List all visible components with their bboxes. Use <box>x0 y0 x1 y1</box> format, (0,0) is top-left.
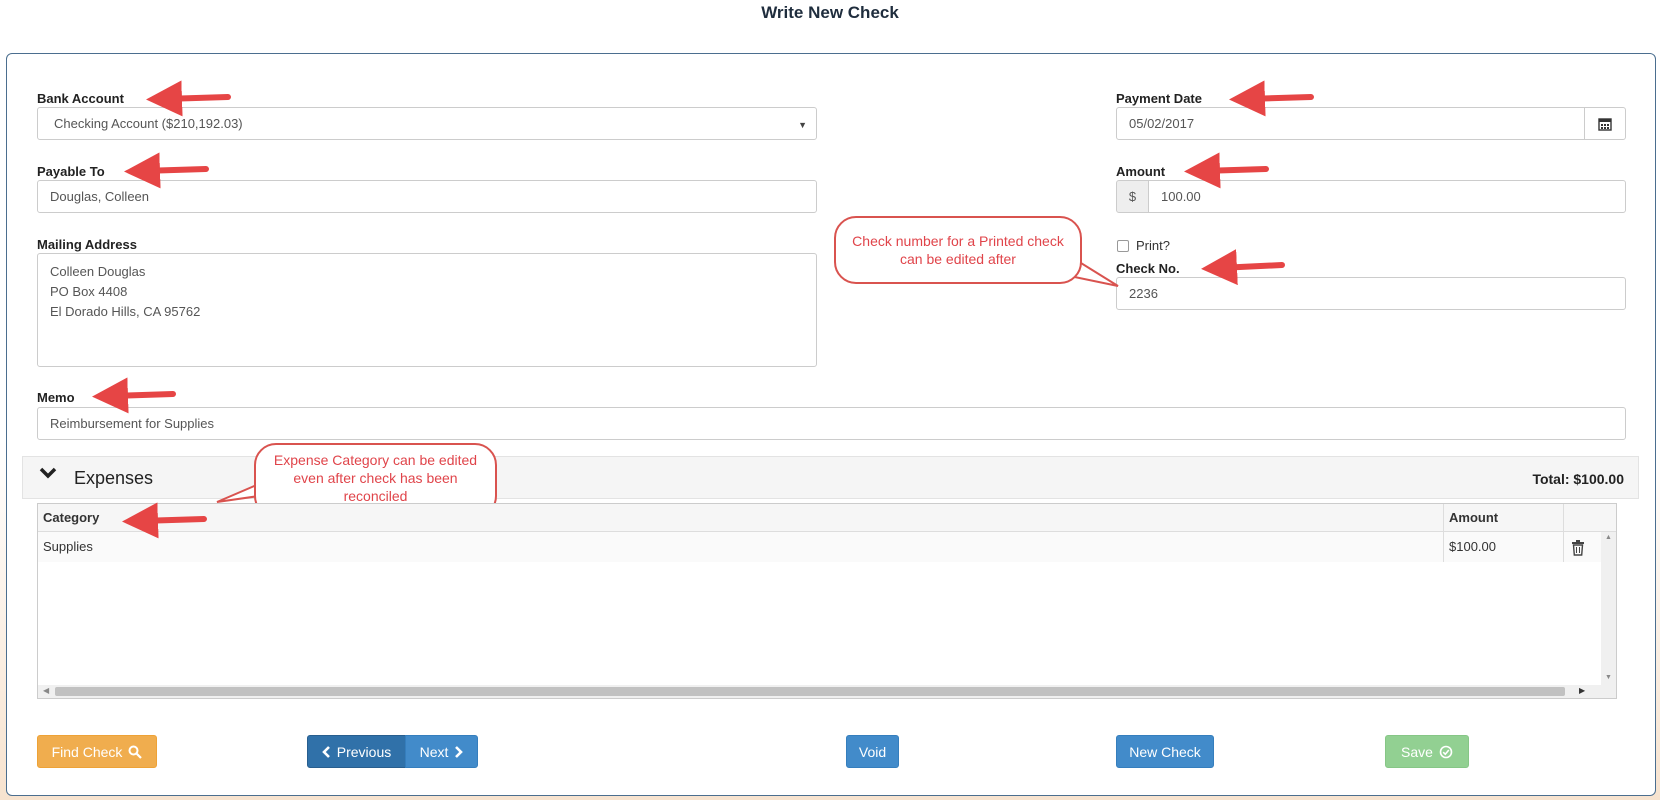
mailing-address-label: Mailing Address <box>37 237 137 252</box>
payment-date-label: Payment Date <box>1116 91 1202 106</box>
memo-label: Memo <box>37 390 75 405</box>
horizontal-scroll-thumb[interactable] <box>55 687 1565 696</box>
print-label: Print? <box>1136 238 1170 253</box>
next-label: Next <box>419 743 449 760</box>
table-row[interactable]: Supplies $100.00 <box>38 532 1601 562</box>
save-label: Save <box>1401 743 1433 760</box>
amount-label: Amount <box>1116 164 1166 179</box>
chevron-down-icon[interactable] <box>39 466 57 483</box>
amount-input[interactable]: 100.00 <box>1148 180 1626 213</box>
save-button[interactable]: Save <box>1385 735 1469 768</box>
next-button[interactable]: Next <box>405 735 478 768</box>
horizontal-scrollbar[interactable]: ◀ ▶ <box>38 685 1616 698</box>
chevron-right-icon <box>454 745 464 758</box>
address-line: El Dorado Hills, CA 95762 <box>50 304 201 319</box>
expenses-grid: Category Amount Supplies $100.00 ▲ ▼ ◀ ▶ <box>37 503 1617 699</box>
category-cell[interactable]: Supplies <box>38 532 1444 562</box>
check-no-label: Check No. <box>1116 261 1180 276</box>
memo-value: Reimbursement for Supplies <box>50 416 215 431</box>
expenses-title: Expenses <box>74 468 154 488</box>
calendar-icon[interactable] <box>1584 108 1625 139</box>
previous-button[interactable]: Previous <box>307 735 406 768</box>
vertical-scrollbar[interactable]: ▲ ▼ <box>1601 532 1616 685</box>
search-icon <box>128 745 143 759</box>
payment-date-input[interactable]: 05/02/2017 <box>1116 107 1626 140</box>
check-circle-icon <box>1439 745 1453 759</box>
address-line: Colleen Douglas <box>50 264 146 279</box>
payable-to-value: Douglas, Colleen <box>50 189 150 204</box>
find-check-label: Find Check <box>51 743 123 760</box>
grid-header: Category Amount <box>38 504 1616 532</box>
amount-cell[interactable]: $100.00 <box>1444 532 1564 562</box>
void-button[interactable]: Void <box>846 735 899 768</box>
find-check-button[interactable]: Find Check <box>37 735 157 768</box>
check-no-input[interactable]: 2236 <box>1116 277 1626 310</box>
expenses-total: Total: $100.00 <box>1532 471 1624 487</box>
bank-account-select[interactable]: Checking Account ($210,192.03) ▼ <box>37 107 817 140</box>
scroll-up-icon[interactable]: ▲ <box>1605 534 1612 541</box>
check-number-callout: Check number for a Printed check can be … <box>834 216 1082 284</box>
amount-value: 100.00 <box>1161 189 1201 204</box>
payable-to-label: Payable To <box>37 164 105 179</box>
scroll-right-icon[interactable]: ▶ <box>1579 686 1585 695</box>
column-header-category[interactable]: Category <box>38 504 1444 531</box>
page-title: Write New Check <box>761 3 899 22</box>
chevron-down-icon: ▼ <box>798 120 807 130</box>
bank-account-value: Checking Account ($210,192.03) <box>54 116 243 131</box>
scroll-left-icon[interactable]: ◀ <box>43 686 49 695</box>
new-check-button[interactable]: New Check <box>1116 735 1214 768</box>
payment-date-value: 05/02/2017 <box>1129 116 1195 131</box>
trash-icon[interactable] <box>1571 540 1585 559</box>
dollar-addon: $ <box>1116 180 1149 213</box>
bank-account-label: Bank Account <box>37 91 124 106</box>
payable-to-input[interactable]: Douglas, Colleen <box>37 180 817 213</box>
check-no-value: 2236 <box>1129 286 1158 301</box>
scroll-down-icon[interactable]: ▼ <box>1605 674 1612 681</box>
previous-label: Previous <box>336 743 392 760</box>
chevron-left-icon <box>321 745 331 758</box>
memo-input[interactable]: Reimbursement for Supplies <box>37 407 1626 440</box>
address-line: PO Box 4408 <box>50 284 128 299</box>
mailing-address-textarea[interactable]: Colleen Douglas PO Box 4408 El Dorado Hi… <box>37 253 817 367</box>
column-header-amount[interactable]: Amount <box>1444 504 1564 531</box>
